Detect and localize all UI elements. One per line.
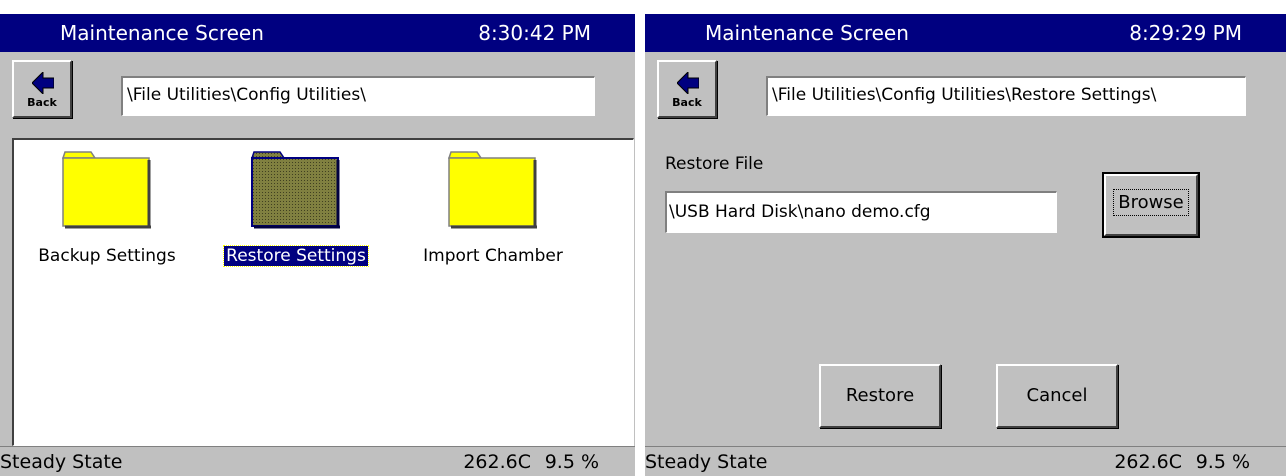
folder-label: Import Chamber xyxy=(423,246,563,266)
status-percent: 9.5 % xyxy=(1195,451,1250,473)
folder-label: Backup Settings xyxy=(38,246,176,266)
folder-view: Backup Settings Restore Settings Import … xyxy=(12,138,634,446)
folder-backup-settings[interactable]: Backup Settings xyxy=(22,150,192,270)
back-label: Back xyxy=(672,96,702,109)
status-state: Steady State xyxy=(0,451,123,473)
status-bar: Steady State 262.6C 9.5 % xyxy=(0,446,635,476)
cancel-button[interactable]: Cancel xyxy=(996,364,1118,428)
back-arrow-icon xyxy=(677,72,699,94)
status-temperature: 262.6C xyxy=(463,451,531,473)
maintenance-screen-file-browser: Maintenance Screen 8:30:42 PM Back \File… xyxy=(0,14,635,476)
screen-title: Maintenance Screen xyxy=(60,21,264,45)
folder-icon xyxy=(250,151,340,229)
maintenance-screen-restore-settings: Maintenance Screen 8:29:29 PM Back \File… xyxy=(645,14,1286,476)
status-state: Steady State xyxy=(645,451,768,473)
screen-title: Maintenance Screen xyxy=(705,21,909,45)
back-arrow-icon xyxy=(32,72,54,94)
clock: 8:29:29 PM xyxy=(1129,21,1242,45)
path-field: \File Utilities\Config Utilities\Restore… xyxy=(766,76,1246,116)
title-bar: Maintenance Screen 8:30:42 PM xyxy=(0,14,635,52)
folder-label: Restore Settings xyxy=(223,245,369,267)
back-label: Back xyxy=(27,96,57,109)
folder-icon xyxy=(447,151,537,229)
clock: 8:30:42 PM xyxy=(478,21,591,45)
folder-restore-settings[interactable]: Restore Settings xyxy=(211,150,381,270)
folder-icon xyxy=(61,151,151,229)
browse-button[interactable]: Browse xyxy=(1102,172,1200,238)
folder-import-chamber[interactable]: Import Chamber xyxy=(408,150,578,270)
title-bar: Maintenance Screen 8:29:29 PM xyxy=(645,14,1286,52)
back-button[interactable]: Back xyxy=(12,60,72,118)
restore-button[interactable]: Restore xyxy=(819,364,941,428)
back-button[interactable]: Back xyxy=(657,60,717,118)
path-field: \File Utilities\Config Utilities\ xyxy=(121,76,595,116)
restore-file-field[interactable]: \USB Hard Disk\nano demo.cfg xyxy=(665,191,1057,233)
restore-file-label: Restore File xyxy=(665,154,764,174)
status-percent: 9.5 % xyxy=(544,451,599,473)
status-temperature: 262.6C xyxy=(1114,451,1182,473)
status-bar: Steady State 262.6C 9.5 % xyxy=(645,446,1286,476)
